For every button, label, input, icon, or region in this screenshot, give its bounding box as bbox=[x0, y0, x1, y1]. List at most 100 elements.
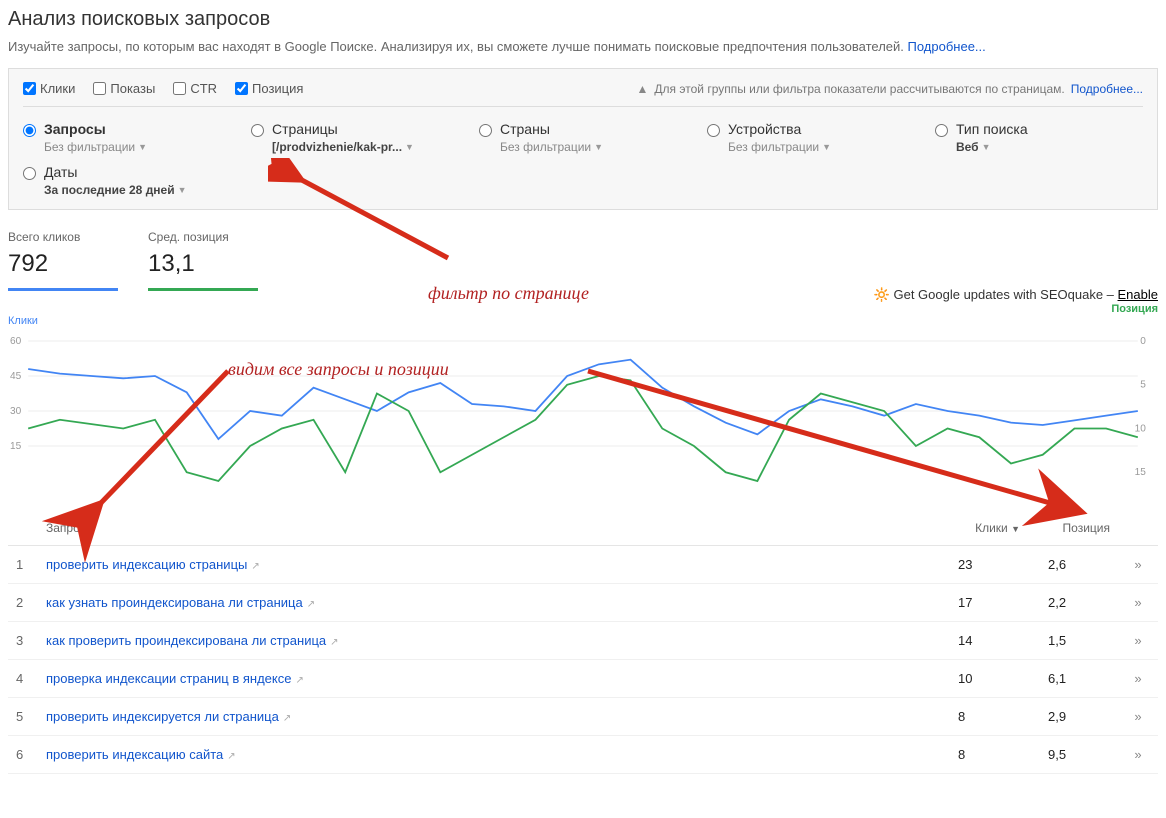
row-query: проверить индексацию сайта ↗ bbox=[38, 736, 938, 774]
filter-search-type[interactable]: Тип поиска Веб ▼ bbox=[935, 121, 1143, 154]
table-header-row: Запросы Клики ▼ Позиция bbox=[8, 511, 1158, 546]
row-expand[interactable]: » bbox=[1118, 660, 1158, 698]
row-expand[interactable]: » bbox=[1118, 546, 1158, 584]
chevron-down-icon: ▼ bbox=[822, 142, 831, 152]
external-link-icon[interactable]: ↗ bbox=[330, 637, 338, 648]
query-link[interactable]: проверить индексацию страницы bbox=[46, 557, 247, 572]
stat-position-value: 13,1 bbox=[148, 250, 258, 284]
row-clicks: 14 bbox=[938, 622, 1028, 660]
metric-ctr-checkbox[interactable] bbox=[173, 82, 186, 95]
row-index: 2 bbox=[8, 584, 38, 622]
stat-clicks-value: 792 bbox=[8, 250, 118, 284]
external-link-icon[interactable]: ↗ bbox=[307, 599, 315, 610]
filter-countries[interactable]: Страны Без фильтрации ▼ bbox=[479, 121, 687, 154]
metric-clicks[interactable]: Клики bbox=[23, 81, 75, 96]
filter-queries[interactable]: Запросы Без фильтрации ▼ bbox=[23, 121, 231, 154]
filter-devices[interactable]: Устройства Без фильтрации ▼ bbox=[707, 121, 915, 154]
learn-more-link[interactable]: Подробнее... bbox=[908, 39, 986, 54]
metric-impressions-checkbox[interactable] bbox=[93, 82, 106, 95]
stat-position-label: Сред. позиция bbox=[148, 230, 258, 244]
filter-dates[interactable]: Даты За последние 28 дней ▼ bbox=[23, 164, 231, 197]
filter-pages-sub[interactable]: [/prodvizhenie/kak-pr... ▼ bbox=[272, 140, 414, 154]
table-row[interactable]: 1проверить индексацию страницы↗232,6» bbox=[8, 546, 1158, 584]
query-link[interactable]: как проверить проиндексирована ли страни… bbox=[46, 633, 326, 648]
table-row[interactable]: 4проверка индексации страниц в яндексе↗1… bbox=[8, 660, 1158, 698]
metric-ctr[interactable]: CTR bbox=[173, 81, 217, 96]
query-link[interactable]: проверка индексации страниц в яндексе bbox=[46, 671, 291, 686]
row-query: как проверить проиндексирована ли страни… bbox=[38, 622, 938, 660]
row-expand[interactable]: » bbox=[1118, 698, 1158, 736]
row-position: 1,5 bbox=[1028, 622, 1118, 660]
row-clicks: 17 bbox=[938, 584, 1028, 622]
stat-clicks-underline bbox=[8, 288, 118, 291]
chevron-down-icon: ▼ bbox=[405, 142, 414, 152]
metric-position[interactable]: Позиция bbox=[235, 81, 303, 96]
desc-text: Изучайте запросы, по которым вас находят… bbox=[8, 39, 908, 54]
query-link[interactable]: проверить индексацию сайта bbox=[46, 747, 223, 762]
row-index: 1 bbox=[8, 546, 38, 584]
sort-desc-icon: ▼ bbox=[1011, 524, 1020, 534]
filter-countries-label: Страны bbox=[500, 121, 603, 137]
row-query: как узнать проиндексирована ли страница ↗ bbox=[38, 584, 938, 622]
filter-pages[interactable]: Страницы [/prodvizhenie/kak-pr... ▼ bbox=[251, 121, 459, 154]
col-position[interactable]: Позиция bbox=[1028, 511, 1118, 546]
row-expand[interactable]: » bbox=[1118, 584, 1158, 622]
stats-row: Всего кликов 792 Сред. позиция 13,1 bbox=[8, 230, 1158, 291]
query-link[interactable]: как узнать проиндексирована ли страница bbox=[46, 595, 303, 610]
stat-clicks: Всего кликов 792 bbox=[8, 230, 118, 291]
filter-search-type-sub[interactable]: Веб ▼ bbox=[956, 140, 1028, 154]
filter-dates-radio[interactable] bbox=[23, 167, 36, 180]
filter-dates-sub[interactable]: За последние 28 дней ▼ bbox=[44, 183, 187, 197]
metric-position-checkbox[interactable] bbox=[235, 82, 248, 95]
metric-impressions[interactable]: Показы bbox=[93, 81, 155, 96]
notice-link[interactable]: Подробнее... bbox=[1071, 82, 1143, 96]
table-row[interactable]: 6проверить индексацию сайта↗89,5» bbox=[8, 736, 1158, 774]
filter-queries-label: Запросы bbox=[44, 121, 147, 137]
row-index: 4 bbox=[8, 660, 38, 698]
row-query: проверить индексируется ли страница ↗ bbox=[38, 698, 938, 736]
query-link[interactable]: проверить индексируется ли страница bbox=[46, 709, 279, 724]
svg-text:10: 10 bbox=[1135, 424, 1147, 435]
chevron-down-icon: ▼ bbox=[594, 142, 603, 152]
row-index: 6 bbox=[8, 736, 38, 774]
seoquake-icon: 🔆 bbox=[874, 287, 890, 302]
axis-left-label: Клики bbox=[8, 315, 38, 327]
row-position: 6,1 bbox=[1028, 660, 1118, 698]
svg-text:15: 15 bbox=[1135, 467, 1147, 478]
row-query: проверка индексации страниц в яндексе ↗ bbox=[38, 660, 938, 698]
filter-queries-sub[interactable]: Без фильтрации ▼ bbox=[44, 140, 147, 154]
external-link-icon[interactable]: ↗ bbox=[251, 561, 259, 572]
table-row[interactable]: 5проверить индексируется ли страница↗82,… bbox=[8, 698, 1158, 736]
svg-text:30: 30 bbox=[10, 406, 22, 417]
metrics-row: Клики Показы CTR Позиция ▲ Для этой груп… bbox=[23, 81, 1143, 107]
filter-search-type-radio[interactable] bbox=[935, 124, 948, 137]
chart-axis-labels: Клики bbox=[8, 315, 1158, 327]
page-title: Анализ поисковых запросов bbox=[8, 8, 1158, 31]
filter-countries-sub[interactable]: Без фильтрации ▼ bbox=[500, 140, 603, 154]
seoquake-text: Get Google updates with SEOquake – bbox=[893, 287, 1117, 302]
row-expand[interactable]: » bbox=[1118, 622, 1158, 660]
col-clicks[interactable]: Клики ▼ bbox=[938, 511, 1028, 546]
col-queries[interactable]: Запросы bbox=[38, 511, 938, 546]
page-description: Изучайте запросы, по которым вас находят… bbox=[8, 39, 1158, 54]
table-row[interactable]: 3как проверить проиндексирована ли стран… bbox=[8, 622, 1158, 660]
metric-clicks-label: Клики bbox=[40, 81, 75, 96]
external-link-icon[interactable]: ↗ bbox=[283, 713, 291, 724]
metric-clicks-checkbox[interactable] bbox=[23, 82, 36, 95]
filter-devices-radio[interactable] bbox=[707, 124, 720, 137]
filter-devices-label: Устройства bbox=[728, 121, 831, 137]
row-expand[interactable]: » bbox=[1118, 736, 1158, 774]
filter-pages-radio[interactable] bbox=[251, 124, 264, 137]
row-query: проверить индексацию страницы ↗ bbox=[38, 546, 938, 584]
col-index bbox=[8, 511, 38, 546]
external-link-icon[interactable]: ↗ bbox=[295, 675, 303, 686]
external-link-icon[interactable]: ↗ bbox=[227, 751, 235, 762]
chart-line-position bbox=[28, 376, 1138, 481]
filter-devices-sub[interactable]: Без фильтрации ▼ bbox=[728, 140, 831, 154]
filter-countries-radio[interactable] bbox=[479, 124, 492, 137]
seoquake-enable-link[interactable]: Enable bbox=[1118, 287, 1158, 302]
svg-text:5: 5 bbox=[1140, 380, 1146, 391]
filter-queries-radio[interactable] bbox=[23, 124, 36, 137]
table-row[interactable]: 2как узнать проиндексирована ли страница… bbox=[8, 584, 1158, 622]
filters-panel: Клики Показы CTR Позиция ▲ Для этой груп… bbox=[8, 68, 1158, 210]
